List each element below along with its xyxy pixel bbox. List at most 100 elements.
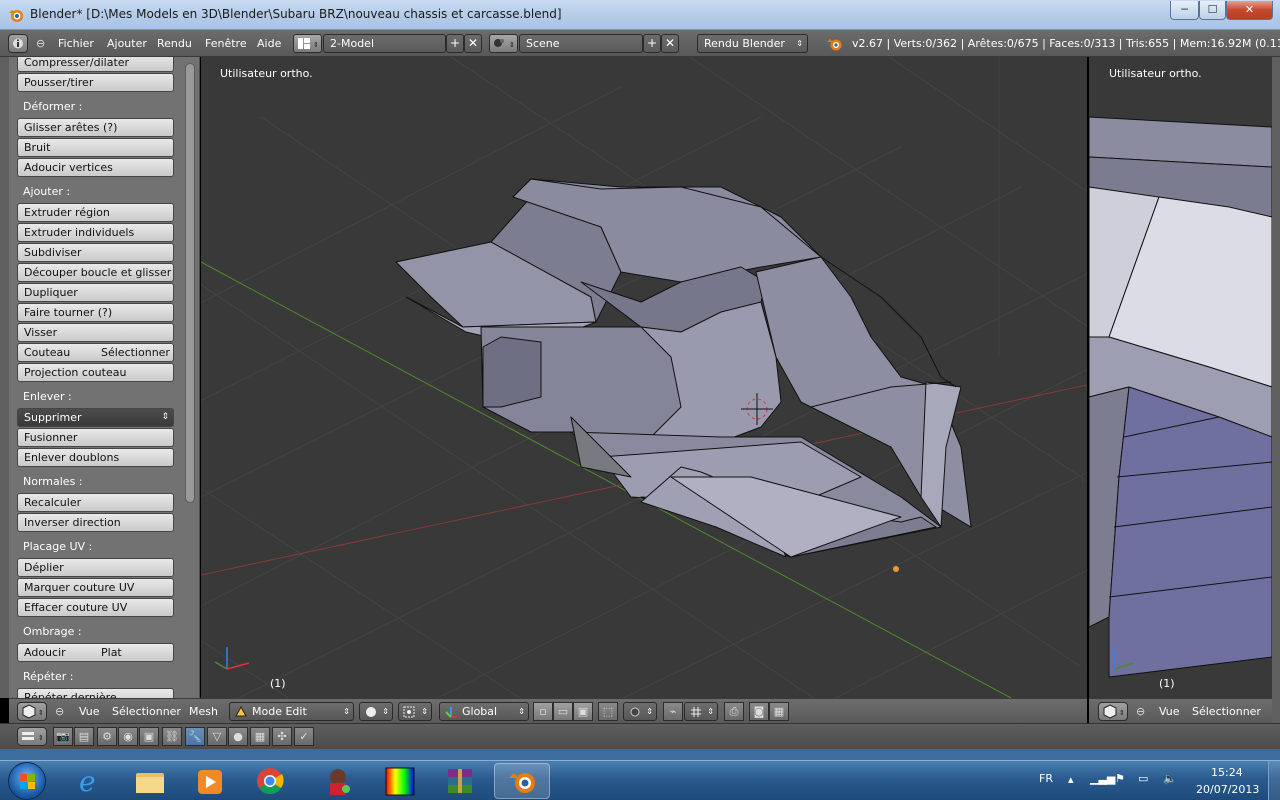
viewport-shading-dropdown[interactable]: ⇕ xyxy=(359,702,393,721)
tool-unwrap-button[interactable]: Déplier xyxy=(17,558,174,577)
taskbar-blender[interactable] xyxy=(494,763,550,799)
render-icon[interactable]: 📷 xyxy=(53,727,73,746)
minimize-button[interactable]: ─ xyxy=(1170,1,1199,20)
taskbar-internet-explorer[interactable]: e xyxy=(62,763,118,799)
tool-screw-button[interactable]: Visser xyxy=(17,323,174,342)
tool-shade-flat-button[interactable]: Plat xyxy=(95,643,174,662)
menu-selectionner-side[interactable]: Sélectionner xyxy=(1192,705,1261,718)
tool-merge-button[interactable]: Fusionner xyxy=(17,428,174,447)
camera-icon[interactable]: ◙ xyxy=(749,702,769,721)
render-engine-dropdown[interactable]: Rendu Blender ⇕ xyxy=(697,34,808,53)
collapse-menu-icon[interactable]: ⊖ xyxy=(1136,705,1145,718)
editor-type-3d-view-button[interactable]: ⇕ xyxy=(1098,702,1128,721)
tool-duplicate-button[interactable]: Dupliquer xyxy=(17,283,174,302)
face-select-icon[interactable]: ▣ xyxy=(573,702,593,721)
volume-icon[interactable]: 🔈 xyxy=(1163,772,1177,785)
world-icon[interactable]: ◉ xyxy=(118,727,138,746)
screen-layout-selector[interactable]: ⇕ xyxy=(293,34,322,53)
tool-knife-project-button[interactable]: Projection couteau xyxy=(17,363,174,382)
maximize-button[interactable]: ☐ xyxy=(1199,1,1226,20)
menu-aide[interactable]: Aide xyxy=(257,37,281,50)
edge-select-icon[interactable]: ▭ xyxy=(553,702,573,721)
tool-recalculate-normals-button[interactable]: Recalculer xyxy=(17,493,174,512)
taskbar-color-app[interactable] xyxy=(372,763,428,799)
menu-mesh[interactable]: Mesh xyxy=(189,705,218,718)
menu-selectionner[interactable]: Sélectionner xyxy=(112,705,181,718)
object-data-icon[interactable]: ▽ xyxy=(207,727,227,746)
start-button[interactable] xyxy=(8,762,46,800)
texture-icon[interactable]: ▦ xyxy=(250,727,270,746)
taskbar-winrar[interactable] xyxy=(432,763,488,799)
collapse-menu-icon[interactable]: ⊖ xyxy=(36,37,45,50)
tool-spin-button[interactable]: Faire tourner (?) xyxy=(17,303,174,322)
limit-selection-icon[interactable]: ⬚ xyxy=(598,702,618,721)
tool-delete-dropdown[interactable]: Supprimer ⇕ xyxy=(17,408,174,427)
tool-subdivide-button[interactable]: Subdiviser xyxy=(17,243,174,262)
scene-selector[interactable]: ⇕ xyxy=(489,34,518,53)
menu-fichier[interactable]: Fichier xyxy=(58,37,94,50)
taskbar-chrome[interactable] xyxy=(242,763,298,799)
vertex-select-icon[interactable]: ▫ xyxy=(533,702,553,721)
show-desktop-button[interactable] xyxy=(1268,761,1280,800)
modifiers-wrench-icon[interactable]: 🔧 xyxy=(185,727,205,746)
show-hidden-icons-icon[interactable]: ▴ xyxy=(1068,773,1074,786)
tool-knife-select-button[interactable]: Sélectionner xyxy=(95,343,174,362)
3d-viewport-main[interactable]: Utilisateur ortho. (1) xyxy=(201,57,1087,698)
menu-vue[interactable]: Vue xyxy=(79,705,100,718)
collapse-menu-icon[interactable]: ⊖ xyxy=(55,705,64,718)
tool-compress-button[interactable]: Compresser/dilater xyxy=(17,57,174,72)
add-scene-icon[interactable]: + xyxy=(643,34,661,53)
close-button[interactable]: ✕ xyxy=(1226,1,1273,20)
network-icon[interactable]: ▁▃▅ xyxy=(1090,772,1115,785)
tool-extrude-individual-button[interactable]: Extruder individuels xyxy=(17,223,174,242)
snap-toggle-icon[interactable]: ⌁ xyxy=(663,702,683,721)
tool-smooth-vertex-button[interactable]: Adoucir vertices xyxy=(17,158,174,177)
scene-props-icon[interactable]: ⚙ xyxy=(97,727,117,746)
menu-rendu[interactable]: Rendu xyxy=(157,37,192,50)
menu-ajouter[interactable]: Ajouter xyxy=(107,37,147,50)
physics-icon[interactable]: ✓ xyxy=(294,727,314,746)
tool-remove-doubles-button[interactable]: Enlever doublons xyxy=(17,448,174,467)
tool-mark-seam-button[interactable]: Marquer couture UV xyxy=(17,578,174,597)
tool-loop-cut-button[interactable]: Découper boucle et glisser xyxy=(17,263,174,282)
clapper-icon[interactable]: ▦ xyxy=(769,702,789,721)
tool-shade-smooth-button[interactable]: Adoucir xyxy=(17,643,96,662)
add-layout-icon[interactable]: + xyxy=(446,34,464,53)
taskbar-explorer[interactable] xyxy=(122,763,178,799)
tool-edge-slide-button[interactable]: Glisser arêtes (?) xyxy=(17,118,174,137)
mode-dropdown[interactable]: Mode Edit ⇕ xyxy=(229,702,354,721)
clock-date[interactable]: 20/07/2013 xyxy=(1196,783,1259,796)
render-still-icon[interactable]: ⎙ xyxy=(724,702,744,721)
menu-vue-side[interactable]: Vue xyxy=(1159,705,1180,718)
scene-field[interactable]: Scene xyxy=(519,34,643,53)
transform-orientation-dropdown[interactable]: Global ⇕ xyxy=(439,702,529,721)
proportional-edit-dropdown[interactable]: ⇕ xyxy=(623,702,657,721)
action-center-flag-icon[interactable]: ⚑ xyxy=(1115,772,1125,785)
snap-element-dropdown[interactable]: ⇕ xyxy=(684,702,718,721)
material-icon[interactable]: ● xyxy=(228,727,248,746)
taskbar-game-app[interactable] xyxy=(310,763,366,799)
power-icon[interactable]: ▭ xyxy=(1138,772,1148,785)
clock-time[interactable]: 15:24 xyxy=(1211,766,1243,779)
editor-type-properties-button[interactable]: ⇕ xyxy=(17,727,47,746)
language-indicator[interactable]: FR xyxy=(1039,772,1053,785)
editor-type-info-button[interactable] xyxy=(8,34,28,53)
tool-shelf-scrollbar[interactable] xyxy=(185,63,195,503)
menu-fenetre[interactable]: Fenêtre xyxy=(205,37,247,50)
pivot-point-dropdown[interactable]: ⇕ xyxy=(398,702,432,721)
screen-layout-field[interactable]: 2-Model xyxy=(323,34,446,53)
3d-viewport-side[interactable]: Utilisateur ortho. (1) xyxy=(1089,57,1272,698)
particles-icon[interactable]: ✣ xyxy=(272,727,292,746)
tool-noise-button[interactable]: Bruit xyxy=(17,138,174,157)
remove-layout-icon[interactable]: ✕ xyxy=(464,34,482,53)
constraints-icon[interactable]: ⛓ xyxy=(162,727,182,746)
remove-scene-icon[interactable]: ✕ xyxy=(661,34,679,53)
object-icon[interactable]: ▣ xyxy=(139,727,159,746)
tool-flip-normals-button[interactable]: Inverser direction xyxy=(17,513,174,532)
tool-push-pull-button[interactable]: Pousser/tirer xyxy=(17,73,174,92)
tool-extrude-region-button[interactable]: Extruder région xyxy=(17,203,174,222)
editor-type-3d-view-button[interactable]: ⇕ xyxy=(17,702,47,721)
render-layers-icon[interactable]: ▤ xyxy=(74,727,94,746)
tool-repeat-last-button[interactable]: Répéter dernière xyxy=(17,688,174,698)
taskbar-media-player[interactable] xyxy=(182,763,238,799)
